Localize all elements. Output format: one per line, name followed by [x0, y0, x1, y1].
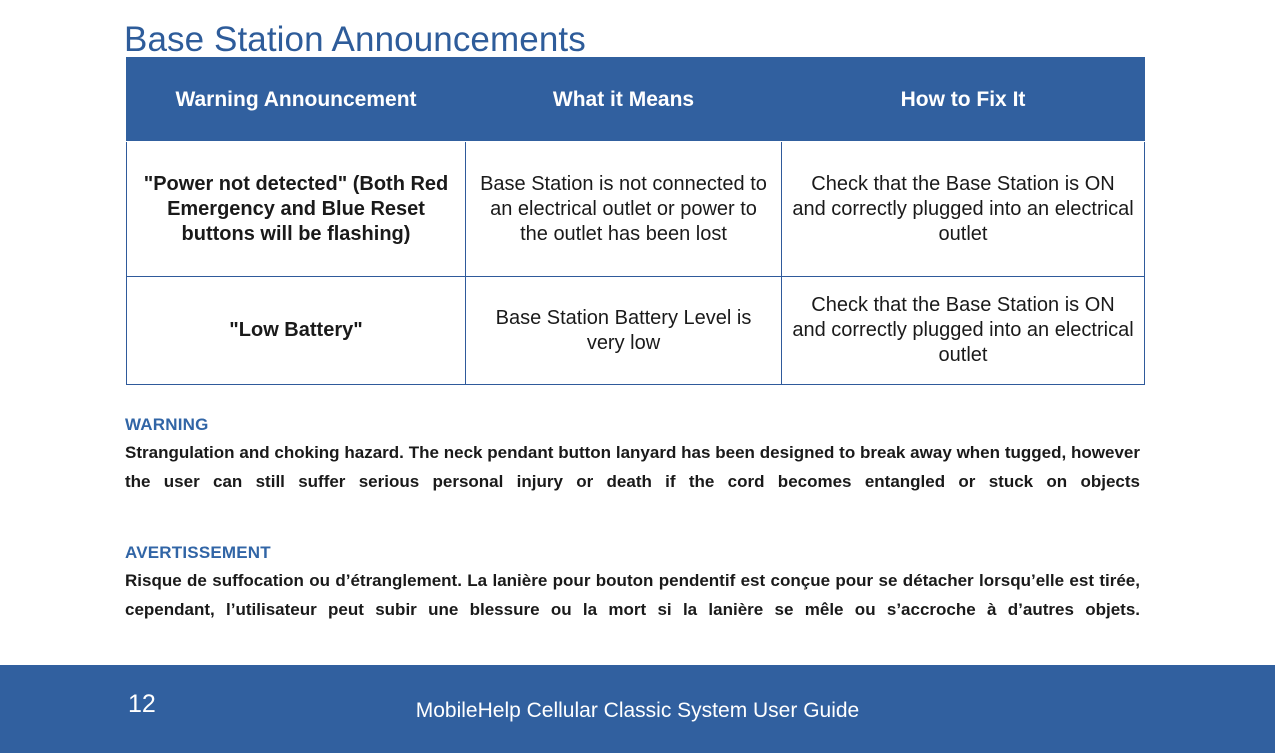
warning-notice-english: WARNING Strangulation and choking hazard… — [125, 414, 1140, 525]
column-header-how-to-fix-it: How to Fix It — [781, 57, 1145, 142]
table-header-row: Warning Announcement What it Means How t… — [126, 57, 1145, 142]
warning-body-text: Strangulation and choking hazard. The ne… — [125, 443, 1140, 491]
cell-announcement: "Power not detected" (Both Red Emergency… — [126, 141, 466, 277]
cell-fix: Check that the Base Station is ON and co… — [781, 141, 1145, 277]
cell-meaning: Base Station is not connected to an elec… — [465, 141, 782, 277]
table-row: "Power not detected" (Both Red Emergency… — [126, 141, 1145, 277]
table-row: "Low Battery" Base Station Battery Level… — [126, 276, 1145, 385]
warning-notice-french: AVERTISSEMENT Risque de suffocation ou d… — [125, 542, 1140, 653]
cell-fix: Check that the Base Station is ON and co… — [781, 276, 1145, 385]
avertissement-heading: AVERTISSEMENT — [125, 543, 271, 562]
avertissement-body-text: Risque de suffocation ou d’étranglement.… — [125, 571, 1140, 619]
column-header-label: What it Means — [552, 87, 695, 111]
column-header-what-it-means: What it Means — [465, 57, 782, 142]
warning-heading: WARNING — [125, 415, 209, 434]
column-header-label: Warning Announcement — [175, 87, 417, 111]
page-footer: 12 MobileHelp Cellular Classic System Us… — [0, 665, 1275, 753]
document-page: Base Station Announcements Warning Annou… — [0, 0, 1275, 753]
footer-guide-title: MobileHelp Cellular Classic System User … — [415, 699, 860, 722]
base-station-announcements-table: Warning Announcement What it Means How t… — [126, 57, 1145, 385]
cell-announcement: "Low Battery" — [126, 276, 466, 385]
announcements-table-container: Warning Announcement What it Means How t… — [126, 57, 1145, 385]
column-header-label: How to Fix It — [900, 87, 1026, 111]
page-title: Base Station Announcements — [124, 20, 586, 60]
cell-meaning: Base Station Battery Level is very low — [465, 276, 782, 385]
column-header-warning-announcement: Warning Announcement — [126, 57, 466, 142]
